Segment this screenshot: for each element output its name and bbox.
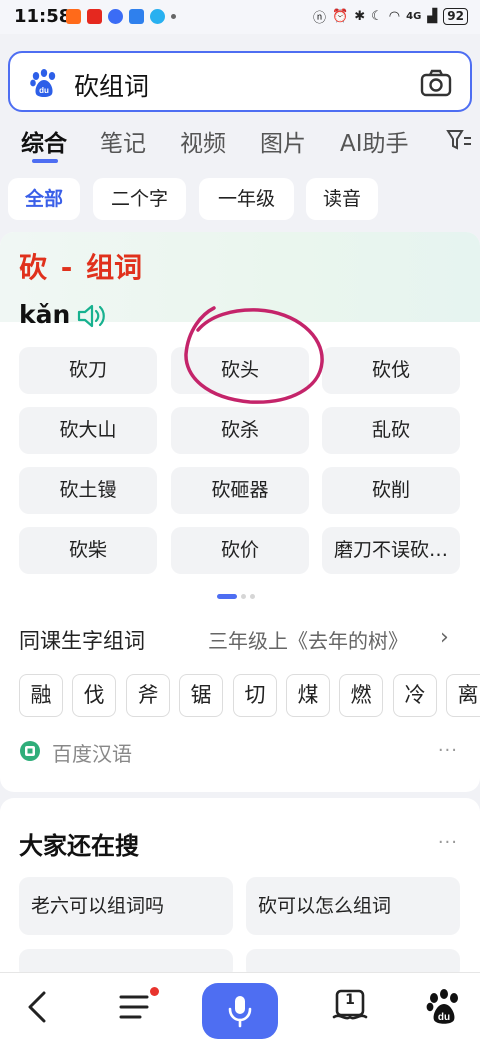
status-indicators: ⓝ ⏰ ✱ ☾ ◠ 4G ▟ 92 — [313, 7, 468, 26]
browser-icon — [150, 9, 165, 24]
mic-icon — [228, 996, 252, 1028]
message-icon — [129, 9, 144, 24]
char-item[interactable]: 锯 — [179, 674, 223, 717]
word-item[interactable]: 磨刀不误砍… — [322, 527, 460, 574]
word-item[interactable]: 砍削 — [322, 467, 460, 514]
char-item[interactable]: 燃 — [339, 674, 383, 717]
taobao-icon — [66, 9, 81, 24]
word-item[interactable]: 砍大山 — [19, 407, 157, 454]
pinduoduo-icon — [87, 9, 102, 24]
word-item[interactable]: 乱砍 — [322, 407, 460, 454]
bottom-navigation: 1 du — [0, 972, 480, 1051]
status-bar: 11:58 ⓝ ⏰ ✱ ☾ ◠ 4G ▟ 92 — [0, 0, 480, 34]
also-search-title: 大家还在搜 — [19, 832, 139, 860]
char-item[interactable]: 离 — [446, 674, 480, 717]
status-app-icons — [66, 9, 176, 24]
tabs-count: 1 — [345, 992, 355, 1008]
bluetooth-icon: ✱ — [354, 9, 366, 24]
active-tab-indicator — [32, 159, 58, 163]
filter-icon[interactable] — [446, 128, 472, 152]
page-indicator — [217, 594, 255, 599]
baidu-home-icon[interactable]: du — [424, 987, 464, 1027]
tab-video[interactable]: 视频 — [180, 124, 226, 158]
same-lesson-link[interactable]: 三年级上《去年的树》 — [208, 625, 408, 654]
page-dot — [250, 594, 255, 599]
camera-icon[interactable] — [420, 68, 452, 98]
chip-grade-one[interactable]: 一年级 — [199, 178, 294, 220]
baidu-paw-icon: du — [30, 69, 56, 97]
status-time: 11:58 — [14, 6, 72, 27]
title-separator: - — [60, 251, 73, 284]
nfc-icon: ⓝ — [313, 11, 327, 26]
title-char: 砍 — [19, 251, 48, 284]
suggestion-item[interactable]: 老六可以组词吗 — [19, 877, 233, 935]
alarm-icon: ⏰ — [332, 9, 349, 24]
result-title[interactable]: 砍 - 组词 — [19, 246, 142, 286]
char-item[interactable]: 斧 — [126, 674, 170, 717]
search-box[interactable]: du 砍组词 — [8, 51, 472, 112]
notification-dot — [150, 987, 159, 996]
suggestion-item[interactable]: 砍可以怎么组词 — [246, 877, 460, 935]
tab-images[interactable]: 图片 — [260, 124, 306, 158]
tab-notes[interactable]: 笔记 — [100, 124, 146, 158]
baidu-hanyu-icon — [20, 741, 40, 761]
char-item[interactable]: 煤 — [286, 674, 330, 717]
more-options-icon[interactable]: ··· — [438, 740, 458, 761]
title-suffix: 组词 — [86, 251, 143, 284]
word-item[interactable]: 砍柴 — [19, 527, 157, 574]
page-dot — [241, 594, 246, 599]
signal-label: 4G — [406, 11, 422, 22]
chip-pronunciation[interactable]: 读音 — [306, 178, 378, 220]
char-item[interactable]: 切 — [233, 674, 277, 717]
back-icon[interactable] — [20, 987, 60, 1027]
dot-icon — [171, 14, 176, 19]
dnd-icon: ☾ — [371, 9, 383, 24]
signal-icon: ▟ — [427, 9, 438, 24]
music-icon — [108, 9, 123, 24]
voice-search-button[interactable] — [202, 983, 278, 1039]
word-item[interactable]: 砍价 — [171, 527, 309, 574]
char-item[interactable]: 伐 — [72, 674, 116, 717]
annotation-circle — [184, 306, 324, 404]
word-item[interactable]: 砍杀 — [171, 407, 309, 454]
tab-all[interactable]: 综合 — [21, 124, 67, 158]
chip-two-chars[interactable]: 二个字 — [93, 178, 186, 220]
char-item[interactable]: 冷 — [393, 674, 437, 717]
chevron-right-icon[interactable]: › — [440, 625, 449, 650]
svg-text:du: du — [39, 86, 49, 95]
source-label[interactable]: 百度汉语 — [52, 738, 132, 767]
pinyin: kǎn — [19, 300, 71, 329]
same-lesson-heading: 同课生字组词 — [19, 629, 145, 653]
word-item[interactable]: 砍土镘 — [19, 467, 157, 514]
char-item[interactable]: 融 — [19, 674, 63, 717]
tab-ai-assistant[interactable]: AI助手 — [340, 124, 409, 158]
tabs-button[interactable]: 1 — [330, 987, 370, 1027]
page-dot-active — [217, 594, 237, 599]
wifi-icon: ◠ — [388, 9, 401, 24]
word-result-card: 砍 - 组词 kǎn 砍刀 砍头 砍伐 砍大山 砍杀 乱砍 砍土镘 砍砸器 砍削… — [0, 232, 480, 792]
word-item[interactable]: 砍砸器 — [171, 467, 309, 514]
more-options-icon[interactable]: ··· — [438, 832, 458, 853]
svg-text:du: du — [438, 1012, 450, 1023]
chip-all[interactable]: 全部 — [8, 178, 80, 220]
result-tabs: 综合 笔记 视频 图片 AI助手 — [0, 120, 480, 166]
word-item[interactable]: 砍伐 — [322, 347, 460, 394]
word-item[interactable]: 砍刀 — [19, 347, 157, 394]
battery-indicator: 92 — [443, 8, 468, 25]
search-input[interactable]: 砍组词 — [74, 67, 149, 103]
speaker-icon[interactable] — [76, 302, 108, 330]
